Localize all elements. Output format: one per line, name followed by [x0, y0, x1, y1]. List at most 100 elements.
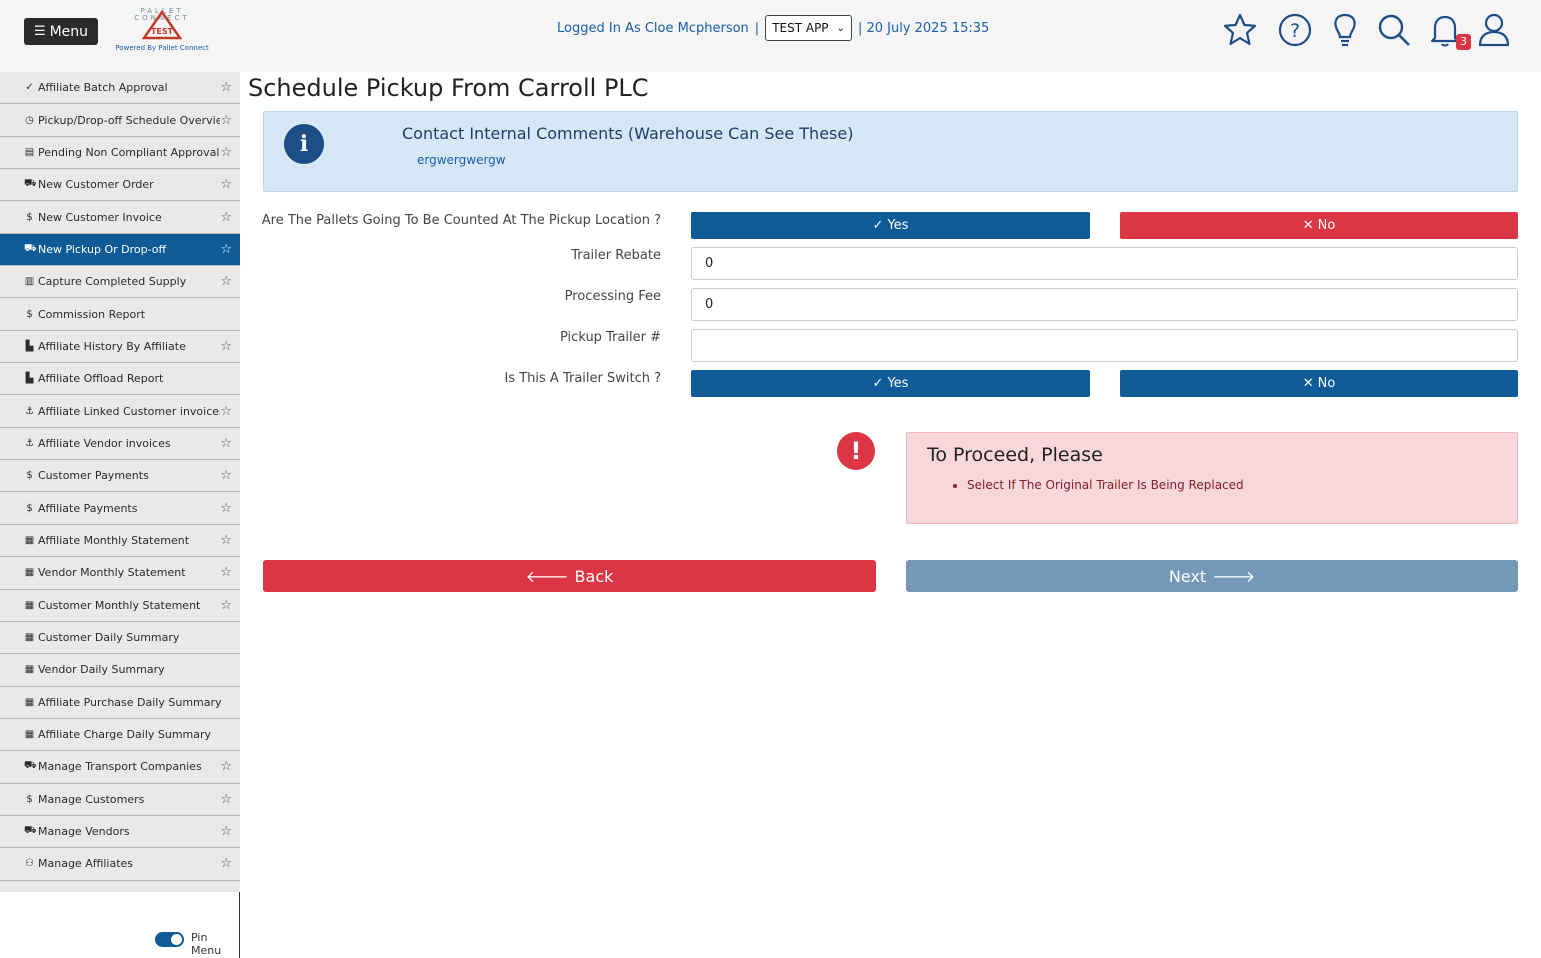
sidebar-item[interactable]: ▦ Affiliate Purchase Daily Summary — [0, 687, 240, 719]
sidebar-item-icon: ▦ — [24, 599, 35, 611]
sidebar-item-icon: ⛟ — [24, 178, 37, 190]
trailer-switch-no-button[interactable]: ✕ No — [1120, 370, 1518, 397]
sidebar-item-icon: ⚇ — [25, 858, 34, 870]
pallets-counted-yes-button[interactable]: ✓ Yes — [691, 212, 1090, 239]
app-selector[interactable]: TEST APP ⌄ — [765, 15, 852, 41]
sidebar-item[interactable]: ▦ Affiliate Monthly Statement ☆ — [0, 525, 240, 558]
svg-text:TEST: TEST — [151, 27, 174, 36]
sidebar-item[interactable]: ▙ Affiliate Offload Report — [0, 363, 240, 396]
sidebar-item[interactable]: ▙ Affiliate History By Affiliate ☆ — [0, 331, 240, 364]
sidebar-item-icon: $ — [26, 793, 33, 805]
yes-label: Yes — [887, 218, 909, 233]
trailer-rebate-input[interactable]: 0 — [691, 247, 1518, 280]
sidebar-item-icon: ▙ — [25, 373, 34, 385]
menu-button-label: Menu — [49, 23, 89, 40]
favorite-star-icon[interactable]: ☆ — [220, 856, 232, 871]
favorite-star-icon[interactable]: ☆ — [220, 468, 232, 483]
sidebar-item[interactable]: ⚇ Manage Affiliates ☆ — [0, 848, 240, 881]
help-icon[interactable]: ? — [1277, 12, 1313, 48]
favorite-star-icon[interactable]: ☆ — [220, 533, 232, 548]
arrow-left-icon: 🡐 — [525, 567, 569, 586]
sidebar-item[interactable]: $ Commission Report — [0, 298, 240, 331]
sidebar-item[interactable]: ▦ Vendor Daily Summary — [0, 654, 240, 687]
lightbulb-icon[interactable] — [1327, 12, 1363, 48]
current-datetime: | 20 July 2025 15:35 — [857, 20, 990, 36]
sidebar-item-icon: ✓ — [25, 82, 34, 94]
sidebar-item-label: Manage Vendors — [38, 825, 130, 839]
sidebar-item-label: Affiliate Offload Report — [38, 372, 164, 386]
favorite-star-icon[interactable]: ☆ — [220, 404, 232, 419]
menu-button[interactable]: ☰ Menu — [24, 18, 98, 45]
sidebar-item[interactable]: $ Customer Payments ☆ — [0, 460, 240, 493]
sidebar-item-icon: ▤ — [24, 146, 35, 158]
sidebar-item[interactable]: $ Manage Customers ☆ — [0, 784, 240, 816]
sidebar-item[interactable]: $ Affiliate Payments ☆ — [0, 492, 240, 525]
favorite-star-icon[interactable]: ☆ — [220, 501, 232, 516]
sidebar-menu: ✓ Affiliate Batch Approval ☆ ◷ Pickup/Drop-o… — [0, 72, 240, 892]
check-icon: ✓ — [872, 376, 884, 391]
internal-comments-text: ergwergwergw — [417, 153, 506, 167]
app-logo[interactable]: PALLET CONNECT TEST Powered By Pallet Co… — [112, 8, 212, 58]
sidebar-item[interactable]: ⛟ Manage Vendors ☆ — [0, 816, 240, 849]
favorite-star-icon[interactable]: ☆ — [220, 274, 232, 289]
sidebar-item[interactable]: ⚓ Affiliate Linked Customer invoices ☆ — [0, 395, 240, 428]
sidebar-item[interactable]: ▦ Affiliate Charge Daily Summary — [0, 719, 240, 752]
sidebar-item-icon: ▦ — [24, 664, 35, 676]
pin-menu-toggle[interactable] — [155, 932, 184, 947]
sidebar-item-label: Customer Payments — [38, 469, 149, 483]
app-selector-value: TEST APP — [772, 21, 829, 35]
sidebar-item-icon: ⛟ — [24, 825, 37, 837]
favorite-star-icon[interactable]: ☆ — [220, 145, 232, 160]
sidebar-item-label: Commission Report — [38, 307, 146, 321]
sidebar-item-label: New Pickup Or Drop-off — [38, 242, 167, 256]
sidebar-item-label: Vendor Daily Summary — [38, 663, 165, 677]
pallets-counted-no-button[interactable]: ✕ No — [1120, 212, 1518, 239]
favorite-star-icon[interactable]: ☆ — [220, 113, 232, 128]
login-status: Logged In As Cloe Mcpherson | TEST APP ⌄… — [557, 14, 989, 42]
back-button[interactable]: 🡐 Back — [263, 560, 876, 592]
check-icon: ✓ — [872, 218, 884, 233]
svg-text:?: ? — [1290, 20, 1300, 42]
sidebar-item[interactable]: ▦ Vendor Monthly Statement ☆ — [0, 557, 240, 590]
user-icon[interactable] — [1476, 12, 1512, 48]
star-icon[interactable] — [1222, 12, 1258, 48]
favorite-star-icon[interactable]: ☆ — [220, 565, 232, 580]
trailer-switch-yes-button[interactable]: ✓ Yes — [691, 370, 1090, 397]
info-icon: i — [284, 124, 324, 164]
favorite-star-icon[interactable]: ☆ — [220, 242, 232, 257]
sidebar-item[interactable]: ▦ Customer Daily Summary — [0, 622, 240, 655]
sidebar-item-label: Capture Completed Supply — [38, 275, 187, 289]
sidebar-item[interactable]: ⚓ Affiliate Vendor invoices ☆ — [0, 428, 240, 461]
favorite-star-icon[interactable]: ☆ — [220, 792, 232, 807]
next-button[interactable]: Next 🡒 — [906, 560, 1518, 592]
favorite-star-icon[interactable]: ☆ — [220, 598, 232, 613]
favorite-star-icon[interactable]: ☆ — [220, 210, 232, 225]
no-label: No — [1317, 376, 1336, 391]
favorite-star-icon[interactable]: ☆ — [220, 177, 232, 192]
trailer-switch-label: Is This A Trailer Switch ? — [504, 371, 661, 386]
favorite-star-icon[interactable]: ☆ — [220, 759, 232, 774]
sidebar-item[interactable]: ▥ Capture Completed Supply ☆ — [0, 266, 240, 299]
sidebar-item[interactable]: ▤ Pending Non Compliant Approvals ☆ — [0, 137, 240, 170]
sidebar-item[interactable]: ✓ Affiliate Batch Approval ☆ — [0, 72, 240, 105]
sidebar-item-label: Affiliate Vendor invoices — [38, 436, 171, 450]
favorite-star-icon[interactable]: ☆ — [220, 339, 232, 354]
search-icon[interactable] — [1376, 12, 1412, 48]
sidebar-item[interactable]: ⛟ New Pickup Or Drop-off ☆ — [0, 233, 240, 267]
favorite-star-icon[interactable]: ☆ — [220, 824, 232, 839]
sidebar-item[interactable]: ▦ Customer Monthly Statement ☆ — [0, 590, 240, 622]
processing-fee-label: Processing Fee — [564, 289, 661, 304]
pickup-trailer-input[interactable] — [691, 329, 1518, 362]
pallets-counted-label: Are The Pallets Going To Be Counted At T… — [261, 213, 661, 228]
sidebar-item-icon: ▦ — [24, 534, 35, 546]
logged-in-user: Logged In As Cloe Mcpherson — [557, 20, 749, 36]
sidebar-item[interactable]: $ New Customer Invoice ☆ — [0, 201, 240, 234]
sidebar-item[interactable]: ⛟ Manage Transport Companies ☆ — [0, 751, 240, 784]
favorite-star-icon[interactable]: ☆ — [220, 436, 232, 451]
sidebar-item[interactable]: ⛟ New Customer Order ☆ — [0, 169, 240, 202]
favorite-star-icon[interactable]: ☆ — [220, 80, 232, 95]
back-label: Back — [574, 566, 614, 586]
validation-alert-item: Select If The Original Trailer Is Being … — [967, 478, 1244, 492]
sidebar-item[interactable]: ◷ Pickup/Drop-off Schedule Overview ☆ — [0, 104, 240, 137]
processing-fee-input[interactable]: 0 — [691, 288, 1518, 321]
